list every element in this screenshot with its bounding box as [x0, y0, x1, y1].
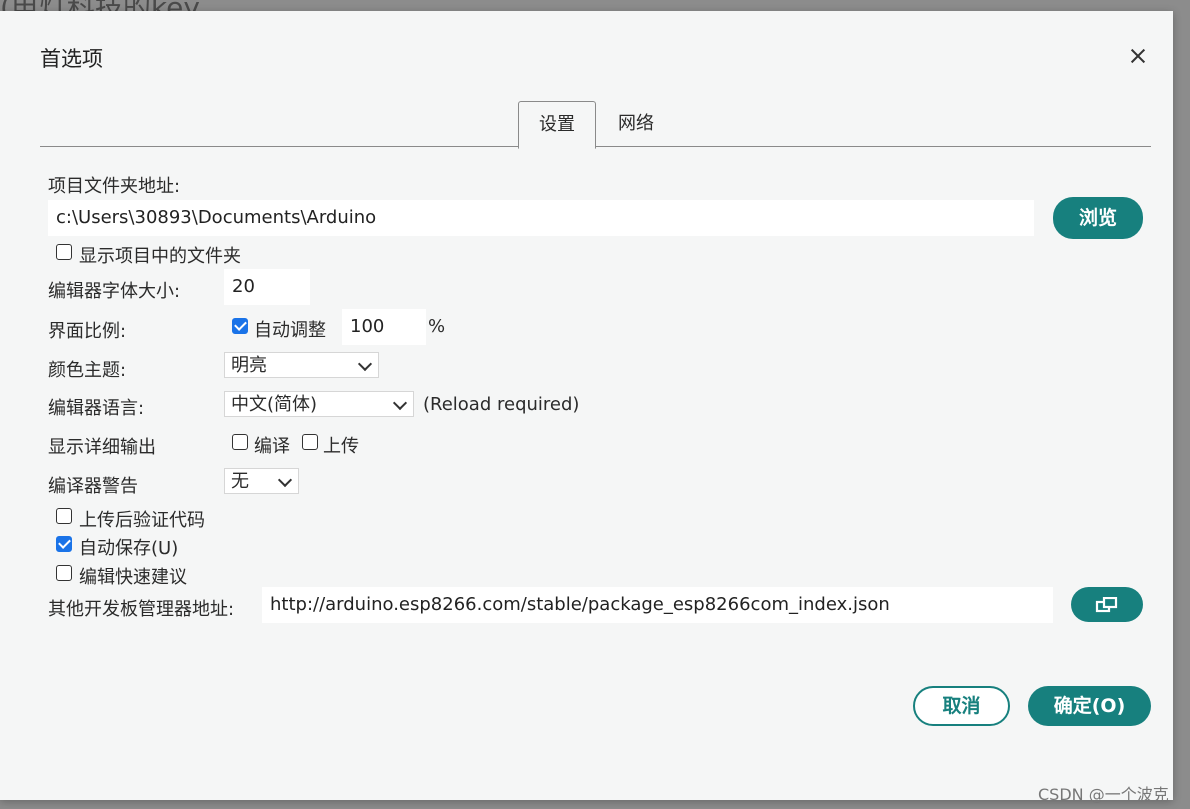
scale-unit: % — [428, 316, 446, 337]
chevron-down-icon — [357, 356, 373, 372]
tab-network[interactable]: 网络 — [598, 101, 674, 147]
open-urls-editor-button[interactable] — [1071, 587, 1143, 622]
interface-scale-label: 界面比例: — [48, 321, 127, 342]
auto-save-checkbox[interactable] — [56, 536, 72, 552]
language-label: 编辑器语言: — [48, 398, 145, 419]
language-select[interactable]: 中文(简体) — [224, 391, 414, 417]
cancel-button[interactable]: 取消 — [913, 686, 1010, 726]
quick-suggestions-checkbox[interactable] — [56, 565, 72, 581]
reload-note: (Reload required) — [423, 394, 580, 415]
board-manager-urls-input[interactable] — [262, 587, 1053, 623]
verbose-upload-label: 上传 — [323, 436, 359, 457]
quick-suggestions-label: 编辑快速建议 — [79, 567, 187, 588]
chevron-down-icon — [392, 395, 408, 411]
sketchbook-label: 项目文件夹地址: — [48, 176, 181, 197]
close-icon[interactable] — [1124, 43, 1152, 71]
verbose-upload-checkbox[interactable] — [302, 434, 318, 450]
watermark: CSDN @一个波克 — [1038, 785, 1169, 804]
auto-scale-label: 自动调整 — [254, 320, 326, 341]
font-size-label: 编辑器字体大小: — [48, 281, 181, 302]
browse-button[interactable]: 浏览 — [1053, 197, 1143, 239]
auto-scale-checkbox[interactable] — [232, 318, 248, 334]
theme-select[interactable]: 明亮 — [224, 352, 379, 378]
sketchbook-path-input[interactable] — [48, 200, 1034, 236]
compiler-warnings-label: 编译器警告 — [48, 476, 138, 497]
chevron-down-icon — [277, 472, 293, 488]
external-window-icon — [1095, 597, 1118, 613]
ok-button[interactable]: 确定(O) — [1028, 686, 1151, 726]
theme-label: 颜色主题: — [48, 360, 127, 381]
scale-input[interactable] — [342, 309, 426, 345]
show-files-checkbox[interactable] — [56, 244, 72, 260]
preferences-dialog: 首选项 设置 网络 项目文件夹地址: 浏览 显示项目中的文件夹 编辑器字体大小:… — [0, 11, 1173, 800]
verbose-compile-checkbox[interactable] — [232, 434, 248, 450]
compiler-warnings-selected: 无 — [231, 471, 249, 492]
language-selected: 中文(简体) — [231, 394, 318, 415]
verify-after-upload-label: 上传后验证代码 — [79, 510, 205, 531]
verbose-compile-label: 编译 — [254, 436, 290, 457]
compiler-warnings-select[interactable]: 无 — [224, 468, 299, 494]
verify-after-upload-checkbox[interactable] — [56, 508, 72, 524]
theme-selected: 明亮 — [231, 355, 267, 376]
auto-save-label: 自动保存(U) — [79, 538, 179, 559]
font-size-input[interactable] — [224, 269, 310, 305]
dialog-title: 首选项 — [40, 47, 103, 71]
show-files-label: 显示项目中的文件夹 — [79, 246, 241, 267]
tab-settings[interactable]: 设置 — [518, 101, 596, 149]
board-manager-urls-label: 其他开发板管理器地址: — [48, 599, 235, 620]
verbose-output-label: 显示详细输出 — [48, 437, 156, 458]
